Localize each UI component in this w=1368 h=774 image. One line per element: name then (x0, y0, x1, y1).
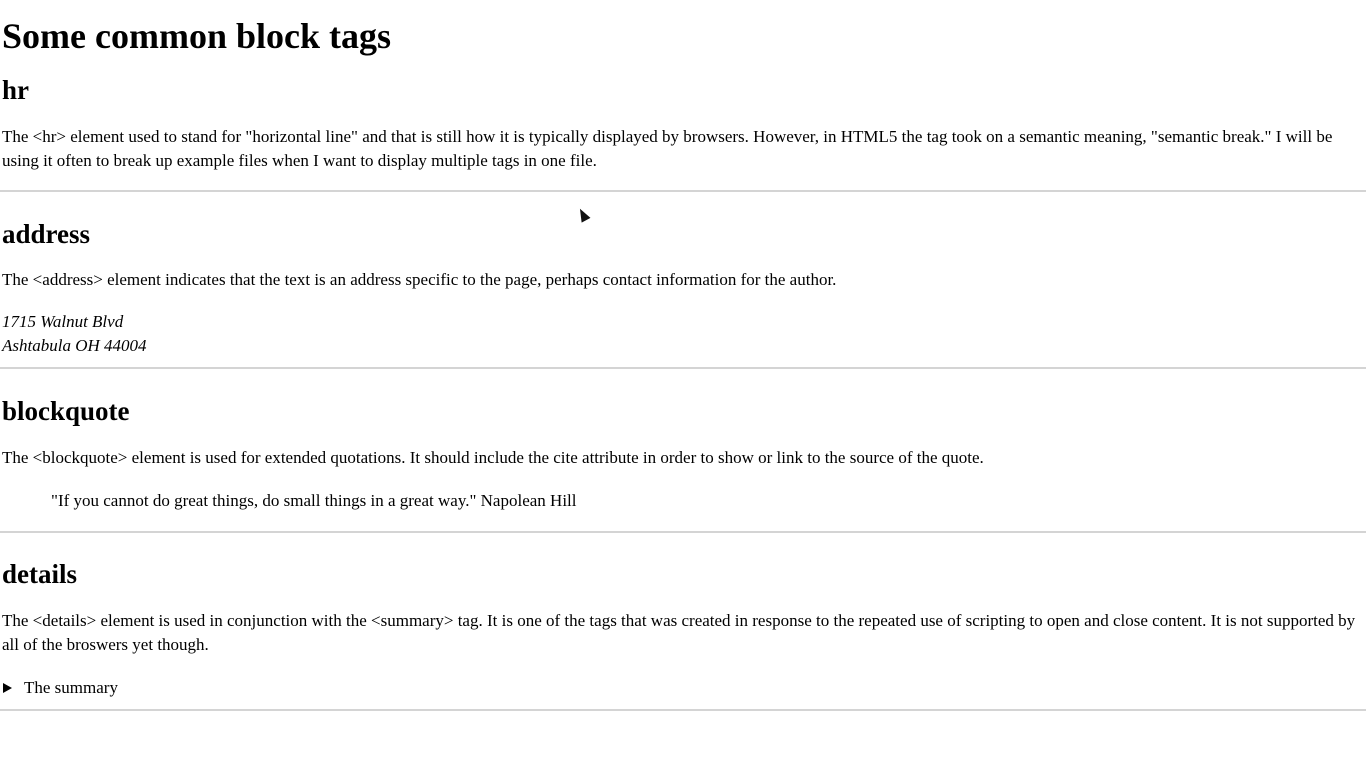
page-title: Some common block tags (2, 16, 391, 56)
section-blockquote: blockquote The <blockquote> element is u… (2, 395, 1364, 513)
section-text-address: The <address> element indicates that the… (2, 270, 837, 289)
disclosure-triangle-icon[interactable] (3, 683, 12, 693)
details-summary[interactable]: The summary (2, 676, 1364, 700)
address-line-2: Ashtabula OH 44004 (2, 336, 147, 355)
address-block: 1715 Walnut Blvd Ashtabula OH 44004 (2, 310, 1364, 358)
section-heading-address: address (2, 219, 91, 249)
section-text-details: The <details> element is used in conjunc… (2, 611, 1356, 654)
address-line-1: 1715 Walnut Blvd (2, 312, 124, 331)
divider (0, 709, 1366, 711)
summary-label: The summary (24, 678, 118, 697)
section-heading-blockquote: blockquote (2, 396, 130, 426)
divider (0, 367, 1366, 369)
section-details: details The <details> element is used in… (2, 558, 1364, 700)
section-heading-hr: hr (2, 75, 29, 105)
section-address: address The <address> element indicates … (2, 218, 1364, 358)
page-content: Some common block tags hr The <hr> eleme… (0, 0, 1366, 711)
section-text-hr: The <hr> element used to stand for "hori… (2, 127, 1333, 170)
divider (0, 190, 1366, 192)
section-hr: hr The <hr> element used to stand for "h… (2, 74, 1364, 173)
section-heading-details: details (2, 559, 78, 589)
quote-block: "If you cannot do great things, do small… (51, 491, 577, 510)
section-text-blockquote: The <blockquote> element is used for ext… (2, 448, 984, 467)
divider (0, 531, 1366, 533)
